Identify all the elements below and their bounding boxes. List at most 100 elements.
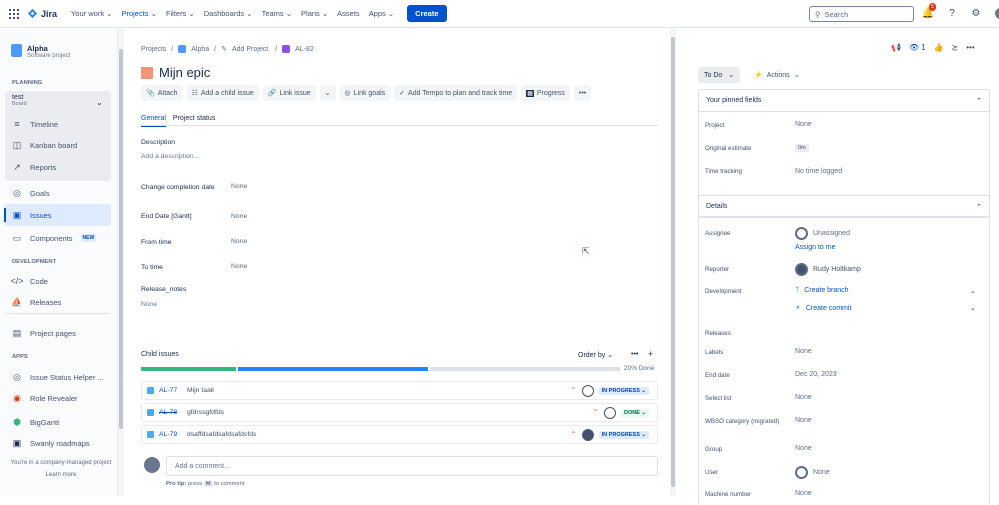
child-issue-key[interactable]: AL-78 (159, 409, 179, 416)
tab-project-status[interactable]: Project status (173, 115, 215, 122)
nav-your-work[interactable]: Your work ⌄ (71, 9, 112, 18)
nav-apps[interactable]: Apps ⌄ (369, 9, 394, 18)
more-dots-icon[interactable]: ••• (966, 43, 974, 52)
megaphone-icon[interactable]: 📢 (891, 43, 901, 52)
tab-general[interactable]: General (141, 115, 166, 127)
status-badge[interactable]: DONE ⌄ (620, 408, 649, 417)
search-input[interactable]: ⚲ Search (809, 6, 914, 22)
nav-dashboards[interactable]: Dashboards ⌄ (204, 9, 253, 18)
child-issue-summary[interactable]: Mijn taak (187, 387, 214, 394)
issue-color-icon[interactable] (141, 66, 153, 79)
order-by-button[interactable]: Order by ⌄ (578, 351, 613, 359)
field-value[interactable]: None (795, 394, 812, 401)
assignee-field[interactable]: Unassigned (795, 227, 850, 240)
description-field[interactable]: Add a description... (141, 153, 199, 160)
app-switcher-icon[interactable] (9, 8, 19, 19)
sidebar-scrollbar[interactable] (118, 29, 124, 496)
nav-filters[interactable]: Filters ⌄ (166, 9, 195, 18)
sidebar-item-app[interactable]: ◎ Issue Status Helper ... (12, 372, 104, 382)
child-issue-row[interactable]: AL-78 gfdrssgfdfds ⌃ DONE ⌄ (141, 403, 658, 422)
assign-to-me-link[interactable]: Assign to me (795, 244, 835, 251)
child-issue-row[interactable]: AL-79 dsaffdsafdsafdsafdsfds ⌃ IN PROGRE… (141, 425, 658, 444)
actions-button[interactable]: ⚡ Actions ⌄ (750, 67, 804, 83)
user-field[interactable]: None (795, 466, 830, 479)
field-value[interactable]: None (231, 183, 247, 190)
child-issue-row[interactable]: AL-77 Mijn taak ⌃ IN PROGRESS ⌄ (141, 381, 658, 400)
sidebar-item-timeline[interactable]: ≡ Timeline (12, 119, 58, 129)
add-child-plus-icon[interactable]: + (648, 349, 653, 359)
chevron-down-icon[interactable]: ⌄ (970, 287, 976, 295)
breadcrumb-alpha[interactable]: Alpha (191, 46, 209, 53)
field-value[interactable]: None (795, 445, 812, 452)
sidebar-item-components[interactable]: ▭ Components NEW (12, 233, 97, 243)
link-goals-button[interactable]: ◎ Link goals (339, 85, 391, 101)
issue-summary[interactable]: Mijn epic (159, 65, 210, 80)
status-badge[interactable]: IN PROGRESS ⌄ (598, 386, 649, 395)
field-value[interactable]: None (795, 121, 812, 128)
share-icon[interactable]: ⪰ (952, 43, 959, 52)
field-value[interactable]: None (795, 417, 812, 424)
progress-button[interactable]: ▦ Progress (521, 85, 570, 101)
sidebar-item-issues[interactable]: ▣ Issues (12, 210, 52, 220)
nav-plans[interactable]: Plans ⌄ (301, 9, 328, 18)
sidebar-item-releases[interactable]: ⛵ Releases (11, 297, 61, 307)
breadcrumb-projects[interactable]: Projects (141, 46, 166, 53)
tempo-button[interactable]: ✓ Add Tempo to plan and track time (394, 85, 518, 101)
details-header[interactable]: Details ⌃ (699, 196, 989, 218)
sidebar-item-goals[interactable]: ◎ Goals (12, 188, 50, 198)
thumbs-up-icon[interactable]: 👍 (934, 43, 944, 52)
sidebar-item-reports[interactable]: ↗ Reports (12, 162, 56, 172)
field-value[interactable]: None (795, 348, 812, 355)
child-issue-key[interactable]: AL-77 (159, 387, 179, 394)
sidebar-item-project-pages[interactable]: ▤ Project pages (12, 328, 76, 338)
field-value[interactable]: None (231, 238, 247, 245)
attach-button[interactable]: 📎 Attach (141, 85, 183, 101)
comment-input[interactable]: Add a comment... (166, 456, 658, 476)
notifications-icon[interactable]: 🔔 5 (922, 3, 937, 19)
breadcrumb-issue-key[interactable]: AL-82 (295, 46, 314, 53)
more-dots-icon[interactable]: ••• (631, 351, 638, 358)
link-issue-dropdown[interactable]: ⌄ (319, 85, 336, 101)
field-value[interactable]: None (231, 263, 247, 270)
breadcrumb-add-project[interactable]: Add Project (232, 46, 268, 53)
status-transition-button[interactable]: To Do ⌄ (698, 67, 741, 83)
child-issue-summary[interactable]: dsaffdsafdsafdsafdsfds (187, 431, 256, 438)
assignee-avatar[interactable] (581, 428, 594, 441)
pinned-fields-header[interactable]: Your pinned fields ⌃ (699, 90, 989, 112)
create-commit-link[interactable]: ⚬ Create commit (795, 304, 851, 313)
nav-assets[interactable]: Assets (337, 9, 360, 18)
child-issue-summary[interactable]: gfdrssgfdfds (187, 409, 224, 416)
add-child-issue-button[interactable]: ☷ Add a child issue (186, 85, 259, 101)
main-scrollbar[interactable] (670, 29, 676, 496)
create-branch-link[interactable]: ᛉ Create branch (795, 287, 849, 294)
field-value[interactable]: Dec 20, 2023 (795, 371, 837, 378)
release-notes-value[interactable]: None (141, 301, 157, 308)
field-value[interactable]: 0m (795, 144, 809, 152)
help-icon[interactable]: ? (946, 7, 958, 19)
nav-projects[interactable]: Projects ⌄ (121, 9, 156, 18)
status-badge[interactable]: IN PROGRESS ⌄ (598, 430, 649, 439)
create-button[interactable]: Create (407, 5, 447, 22)
sidebar-item-kanban-board[interactable]: ◫ Kanban board (12, 140, 77, 150)
more-actions-button[interactable]: ••• (573, 85, 592, 101)
reporter-field[interactable]: Rudy Holtkamp (795, 263, 861, 276)
assignee-avatar[interactable] (603, 406, 616, 419)
chevron-down-icon[interactable]: ⌄ (970, 304, 976, 312)
learn-more-link[interactable]: Learn more (6, 472, 116, 478)
chevron-down-icon[interactable]: ⌄ (96, 98, 103, 107)
sidebar-item-app[interactable]: ◉ Role Revealer (12, 393, 77, 403)
parent-edit-icon[interactable]: ✎ (221, 45, 227, 53)
nav-teams[interactable]: Teams ⌄ (262, 9, 292, 18)
assignee-avatar[interactable] (581, 384, 594, 397)
settings-gear-icon[interactable]: ⚙ (970, 7, 982, 19)
board-selector[interactable]: test Board (12, 94, 27, 107)
field-value[interactable]: No time logged (795, 168, 842, 175)
child-issue-key[interactable]: AL-79 (159, 431, 179, 438)
watch-eye-icon[interactable]: 👁 (909, 43, 919, 52)
field-value[interactable]: None (231, 213, 247, 220)
sidebar-item-app[interactable]: ▣ Swanly roadmaps (12, 438, 90, 448)
jira-logo[interactable]: Jira (27, 8, 57, 19)
profile-avatar[interactable] (994, 7, 999, 20)
project-header[interactable]: Alpha Software project (11, 44, 70, 59)
link-issue-button[interactable]: 🔗 Link issue (262, 85, 316, 101)
